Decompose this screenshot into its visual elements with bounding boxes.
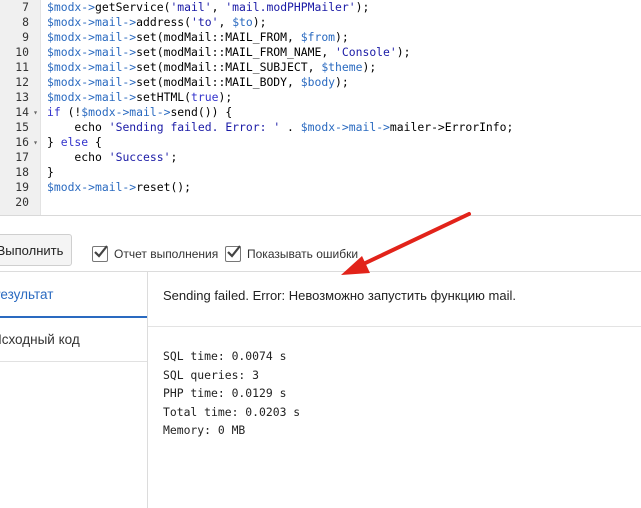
code-text[interactable]: echo 'Success'; xyxy=(47,150,177,165)
stat-php-time: PHP time: 0.0129 s xyxy=(163,386,287,400)
code-text[interactable]: $modx->mail->set(modMail::MAIL_FROM, $fr… xyxy=(47,30,349,45)
checkbox-checked-icon[interactable] xyxy=(225,245,241,262)
stat-sql-queries: SQL queries: 3 xyxy=(163,367,260,382)
show-errors-checkbox-label: Показывать ошибки xyxy=(247,247,359,261)
stat-total-time: Total time: 0.0203 s xyxy=(163,404,301,419)
execution-stats: SQL time: 0.0074 s SQL queries: 3 PHP ti… xyxy=(163,347,300,440)
code-text[interactable]: $modx->mail->reset(); xyxy=(47,180,191,195)
code-line[interactable]: 16 ▾ } else { xyxy=(0,135,641,150)
code-line[interactable]: 7 $modx->getService('mail', 'mail.modPHPM… xyxy=(0,0,641,15)
code-line[interactable]: 8 $modx->mail->address('to', $to); xyxy=(0,15,641,30)
code-line[interactable]: 19 $modx->mail->reset(); xyxy=(0,180,641,195)
code-text[interactable]: $modx->mail->set(modMail::MAIL_BODY, $bo… xyxy=(47,75,349,90)
code-text[interactable]: $modx->getService('mail', 'mail.modPHPMa… xyxy=(47,0,369,15)
line-number: 7 xyxy=(22,0,29,14)
code-text[interactable]: } else { xyxy=(47,135,102,150)
code-text[interactable]: $modx->mail->set(modMail::MAIL_FROM_NAME… xyxy=(47,45,410,60)
code-text[interactable]: $modx->mail->set(modMail::MAIL_SUBJECT, … xyxy=(47,60,376,75)
line-number: 12 xyxy=(15,75,29,89)
line-number: 17 xyxy=(15,150,29,164)
report-checkbox-label: Отчет выполнения xyxy=(114,247,219,261)
line-number: 15 xyxy=(15,120,29,134)
code-text[interactable]: } xyxy=(47,165,54,180)
code-line[interactable]: 17 echo 'Success'; xyxy=(0,150,641,165)
tab-result[interactable]: Результат xyxy=(0,272,147,318)
code-text[interactable]: echo 'Sending failed. Error: ' . $modx->… xyxy=(47,120,513,135)
result-tabs: Результат Исходный код xyxy=(0,272,148,508)
stat-sql-time: SQL time: 0.0074 s xyxy=(163,349,287,363)
line-number: 11 xyxy=(15,60,29,74)
code-line[interactable]: 10 $modx->mail->set(modMail::MAIL_FROM_NA… xyxy=(0,45,641,60)
code-text[interactable]: $modx->mail->setHTML(true); xyxy=(47,90,232,105)
result-message: Sending failed. Error: Невозможно запуст… xyxy=(163,288,516,303)
checkbox-checked-icon[interactable] xyxy=(92,245,108,262)
code-text[interactable]: if (!$modx->mail->send()) { xyxy=(47,105,232,120)
code-text[interactable]: $modx->mail->address('to', $to); xyxy=(47,15,266,30)
code-line[interactable]: 20 xyxy=(0,195,641,210)
line-number: 18 xyxy=(15,165,29,179)
code-line[interactable]: 15 echo 'Sending failed. Error: ' . $mod… xyxy=(0,120,641,135)
run-button[interactable]: Выполнить xyxy=(0,234,72,266)
fold-toggle-icon[interactable]: ▾ xyxy=(31,105,40,120)
line-number: 10 xyxy=(15,45,29,59)
show-errors-checkbox[interactable]: Показывать ошибки xyxy=(225,245,359,262)
report-checkbox[interactable]: Отчет выполнения xyxy=(92,245,219,262)
tab-source-code[interactable]: Исходный код xyxy=(0,318,147,362)
fold-toggle-icon[interactable]: ▾ xyxy=(31,135,40,150)
line-number: 8 xyxy=(22,15,29,29)
toolbar: Выполнить Отчет выполнения Показывать ош… xyxy=(0,232,641,272)
code-line[interactable]: 14 ▾ if (!$modx->mail->send()) { xyxy=(0,105,641,120)
line-number: 9 xyxy=(22,30,29,44)
stat-memory: Memory: 0 MB xyxy=(163,423,246,437)
tab-result-label: Результат xyxy=(0,286,54,302)
code-line[interactable]: 12 $modx->mail->set(modMail::MAIL_BODY, $… xyxy=(0,75,641,90)
line-number: 20 xyxy=(15,195,29,209)
line-number: 14 xyxy=(15,105,29,119)
code-line[interactable]: 18} xyxy=(0,165,641,180)
code-editor[interactable]: 7 $modx->getService('mail', 'mail.modPHPM… xyxy=(0,0,641,216)
code-line[interactable]: 9 $modx->mail->set(modMail::MAIL_FROM, $f… xyxy=(0,30,641,45)
line-number: 16 xyxy=(15,135,29,149)
line-number: 19 xyxy=(15,180,29,194)
tab-source-code-label: Исходный код xyxy=(0,332,80,347)
line-number: 13 xyxy=(15,90,29,104)
code-line[interactable]: 13 $modx->mail->setHTML(true); xyxy=(0,90,641,105)
code-line[interactable]: 11 $modx->mail->set(modMail::MAIL_SUBJECT… xyxy=(0,60,641,75)
result-divider xyxy=(148,326,641,327)
